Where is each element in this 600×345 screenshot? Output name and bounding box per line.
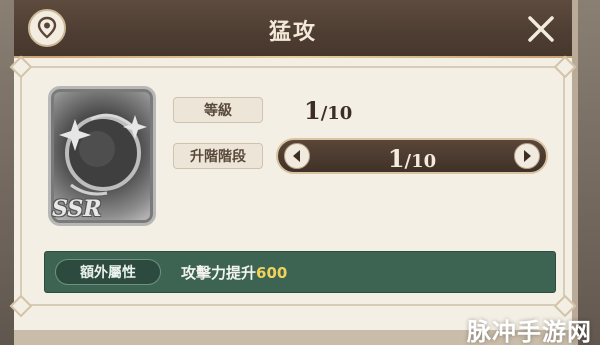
level-max: /10 (320, 103, 353, 124)
extra-attribute-bar: 額外屬性 攻擊力提升600 (44, 251, 556, 293)
ascension-max: /10 (404, 151, 437, 172)
chevron-right-icon (524, 150, 531, 162)
level-label: 等級 (173, 97, 263, 123)
extra-attribute-value: 600 (256, 264, 288, 282)
extra-attribute-text: 攻擊力提升 (181, 264, 257, 282)
background-right (578, 0, 600, 345)
location-button[interactable] (28, 9, 66, 47)
level-current: 1 (304, 96, 321, 125)
ascension-stepper: 1/10 (276, 138, 548, 174)
background-left (0, 0, 14, 345)
level-value: 1/10 (304, 96, 352, 125)
dialog-title: 猛攻 (268, 20, 317, 45)
watermark: 脉冲手游网 (467, 318, 592, 345)
dialog-header: 猛攻 (14, 0, 572, 58)
ascension-next-button[interactable] (514, 143, 540, 169)
close-icon (528, 16, 554, 42)
location-pin-icon (37, 16, 57, 39)
ascension-value: 1/10 (278, 144, 546, 173)
extra-attribute-label: 額外屬性 (55, 259, 161, 285)
rarity-badge: SSR (52, 196, 102, 222)
ascension-current: 1 (387, 144, 405, 173)
ascension-label: 升階階段 (173, 143, 263, 169)
extra-attribute-description: 攻擊力提升600 (181, 262, 287, 283)
close-button[interactable] (520, 8, 562, 50)
